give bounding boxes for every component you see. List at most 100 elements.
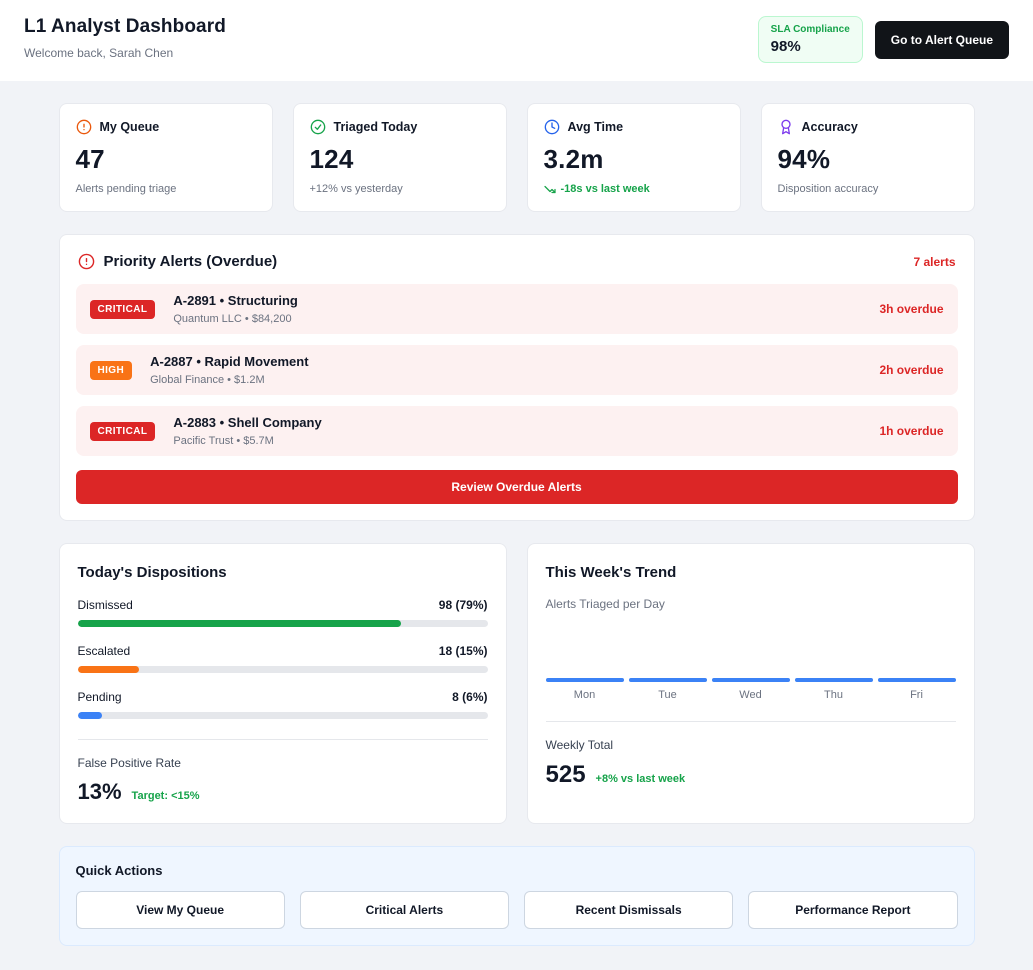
check-circle-icon	[310, 119, 326, 135]
alert-title: A-2883 • Shell Company	[173, 415, 321, 430]
stats-row: My Queue 47 Alerts pending triage Triage…	[59, 103, 975, 212]
progress-track	[78, 712, 488, 719]
stat-subtext-value: -18s vs last week	[561, 183, 650, 195]
performance-report-button[interactable]: Performance Report	[748, 891, 957, 929]
award-icon	[778, 119, 794, 135]
disposition-label: Dismissed	[78, 598, 133, 612]
disposition-value: 98 (79%)	[439, 598, 488, 612]
priority-alerts-title-row: Priority Alerts (Overdue)	[78, 253, 278, 270]
divider	[546, 721, 956, 722]
stat-subtext: +12% vs yesterday	[310, 183, 490, 195]
quick-actions-title: Quick Actions	[76, 863, 958, 878]
alert-circle-icon	[76, 119, 92, 135]
go-to-alert-queue-button[interactable]: Go to Alert Queue	[875, 21, 1009, 59]
weekly-total-row: 525 +8% vs last week	[546, 761, 956, 789]
page-title: L1 Analyst Dashboard	[24, 16, 226, 38]
header-actions: SLA Compliance 98% Go to Alert Queue	[758, 16, 1009, 63]
stat-label: Triaged Today	[334, 120, 418, 134]
alert-overdue-label: 2h overdue	[879, 363, 943, 377]
day-label: Tue	[629, 689, 707, 701]
chart-column-tue: Tue	[629, 678, 707, 701]
alert-title: A-2891 • Structuring	[173, 293, 297, 308]
stat-head: My Queue	[76, 119, 256, 135]
alert-text: A-2891 • Structuring Quantum LLC • $84,2…	[173, 293, 297, 325]
stat-subtext: Alerts pending triage	[76, 183, 256, 195]
quick-actions-buttons: View My Queue Critical Alerts Recent Dis…	[76, 891, 958, 929]
alert-row-a2887[interactable]: HIGH A-2887 • Rapid Movement Global Fina…	[76, 345, 958, 395]
priority-alerts-card: Priority Alerts (Overdue) 7 alerts CRITI…	[59, 234, 975, 521]
weekly-total-label: Weekly Total	[546, 738, 956, 752]
alert-row-a2883[interactable]: CRITICAL A-2883 • Shell Company Pacific …	[76, 406, 958, 456]
review-overdue-alerts-button[interactable]: Review Overdue Alerts	[76, 470, 958, 504]
header: L1 Analyst Dashboard Welcome back, Sarah…	[0, 0, 1033, 81]
severity-badge: HIGH	[90, 361, 133, 380]
progress-fill	[78, 620, 402, 627]
disposition-row-dismissed: Dismissed 98 (79%)	[78, 598, 488, 627]
alert-overdue-label: 3h overdue	[879, 302, 943, 316]
alert-row-a2891[interactable]: CRITICAL A-2891 • Structuring Quantum LL…	[76, 284, 958, 334]
false-positive-rate-value: 13%	[78, 779, 122, 805]
stat-card-accuracy: Accuracy 94% Disposition accuracy	[761, 103, 975, 212]
progress-track	[78, 666, 488, 673]
stat-value: 124	[310, 144, 490, 175]
trending-down-icon	[544, 183, 556, 195]
recent-dismissals-button[interactable]: Recent Dismissals	[524, 891, 733, 929]
divider	[78, 739, 488, 740]
false-positive-rate-label: False Positive Rate	[78, 756, 488, 770]
stat-card-avg-time: Avg Time 3.2m -18s vs last week	[527, 103, 741, 212]
bar-fri	[878, 678, 956, 682]
sla-compliance-value: 98%	[771, 38, 850, 55]
weekly-trend-bar-chart: Mon Tue Wed Thu	[546, 617, 956, 701]
critical-alerts-button[interactable]: Critical Alerts	[300, 891, 509, 929]
stat-value: 47	[76, 144, 256, 175]
clock-icon	[544, 119, 560, 135]
disposition-label: Escalated	[78, 644, 131, 658]
stat-value: 94%	[778, 144, 958, 175]
welcome-text: Welcome back, Sarah Chen	[24, 46, 226, 60]
priority-alerts-header: Priority Alerts (Overdue) 7 alerts	[76, 251, 958, 284]
stat-head: Accuracy	[778, 119, 958, 135]
disposition-label: Pending	[78, 690, 122, 704]
bar-mon	[546, 678, 624, 682]
stat-subtext: Disposition accuracy	[778, 183, 958, 195]
disposition-row-pending: Pending 8 (6%)	[78, 690, 488, 719]
stat-head: Avg Time	[544, 119, 724, 135]
day-label: Wed	[712, 689, 790, 701]
chart-column-wed: Wed	[712, 678, 790, 701]
stat-subtext: -18s vs last week	[544, 183, 724, 195]
stat-head: Triaged Today	[310, 119, 490, 135]
view-my-queue-button[interactable]: View My Queue	[76, 891, 285, 929]
quick-actions-card: Quick Actions View My Queue Critical Ale…	[59, 846, 975, 946]
stat-card-my-queue: My Queue 47 Alerts pending triage	[59, 103, 273, 212]
false-positive-rate-row: 13% Target: <15%	[78, 779, 488, 805]
bar-thu	[795, 678, 873, 682]
day-label: Fri	[878, 689, 956, 701]
alert-detail: Quantum LLC • $84,200	[173, 313, 297, 325]
progress-track	[78, 620, 488, 627]
two-column-section: Today's Dispositions Dismissed 98 (79%) …	[59, 543, 975, 824]
alert-circle-icon	[78, 253, 95, 270]
stat-label: Accuracy	[802, 120, 858, 134]
alert-overdue-label: 1h overdue	[879, 424, 943, 438]
alert-count-badge: 7 alerts	[913, 255, 955, 269]
alert-detail: Global Finance • $1.2M	[150, 374, 308, 386]
sla-compliance-badge: SLA Compliance 98%	[758, 16, 863, 63]
weekly-total-value: 525	[546, 761, 586, 789]
weekly-trend-title: This Week's Trend	[546, 564, 956, 581]
alert-text: A-2887 • Rapid Movement Global Finance •…	[150, 354, 308, 386]
weekly-total-change: +8% vs last week	[596, 773, 686, 785]
weekly-trend-card: This Week's Trend Alerts Triaged per Day…	[527, 543, 975, 824]
disposition-value: 8 (6%)	[452, 690, 487, 704]
dispositions-title: Today's Dispositions	[78, 564, 488, 581]
stat-value: 3.2m	[544, 144, 724, 175]
stat-label: Avg Time	[568, 120, 624, 134]
severity-badge: CRITICAL	[90, 300, 156, 319]
day-label: Thu	[795, 689, 873, 701]
alert-text: A-2883 • Shell Company Pacific Trust • $…	[173, 415, 321, 447]
stat-label: My Queue	[100, 120, 160, 134]
chart-column-fri: Fri	[878, 678, 956, 701]
priority-alerts-title: Priority Alerts (Overdue)	[104, 253, 278, 270]
progress-fill	[78, 666, 140, 673]
disposition-row-escalated: Escalated 18 (15%)	[78, 644, 488, 673]
stat-card-triaged-today: Triaged Today 124 +12% vs yesterday	[293, 103, 507, 212]
